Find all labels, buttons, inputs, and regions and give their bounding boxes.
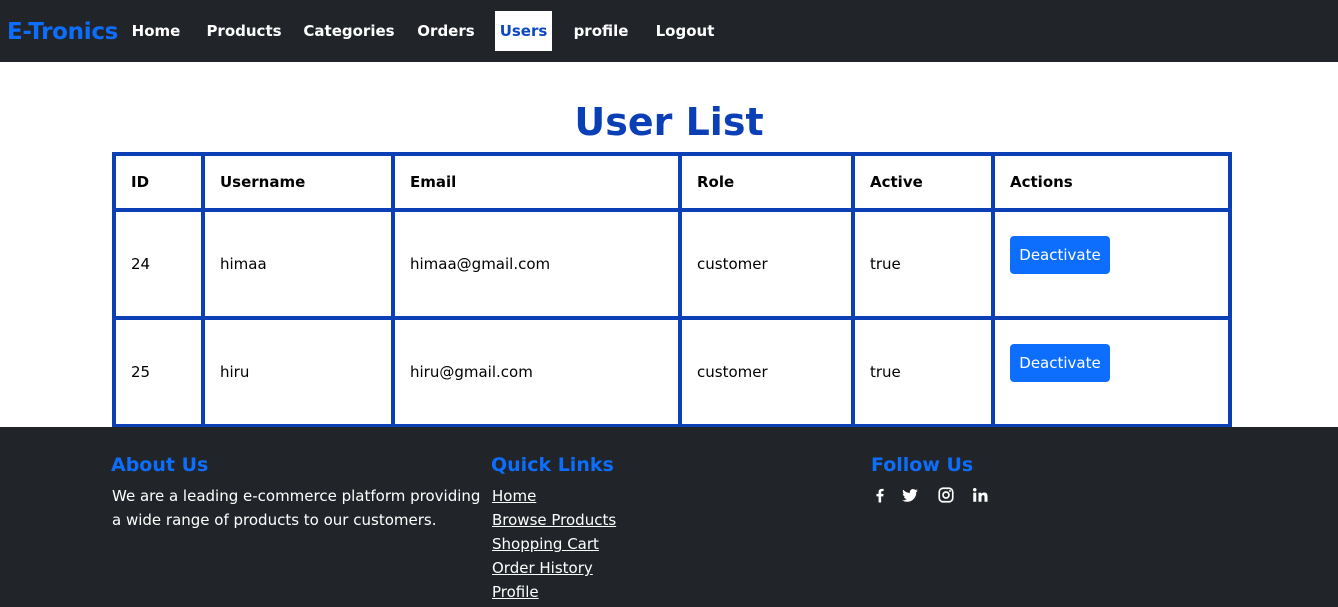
about-text: We are a leading e-commerce platform pro… <box>112 487 481 529</box>
deactivate-button[interactable]: Deactivate <box>1010 344 1110 382</box>
table-row: 24 himaa himaa@gmail.com customer true D… <box>112 208 1232 320</box>
cell-active: true <box>851 316 995 428</box>
about-heading: About Us <box>111 454 209 476</box>
footer: About Us We are a leading e-commerce pla… <box>0 427 1338 607</box>
header-role: Role <box>678 152 855 212</box>
cell-role: customer <box>678 316 855 428</box>
nav-home[interactable]: Home <box>124 11 188 51</box>
header-email: Email <box>391 152 682 212</box>
header-id: ID <box>112 152 205 212</box>
facebook-icon[interactable] <box>871 486 889 504</box>
footer-link-profile[interactable]: Profile <box>492 580 616 604</box>
cell-actions: Deactivate <box>991 208 1232 320</box>
cell-active: true <box>851 208 995 320</box>
cell-email: himaa@gmail.com <box>391 208 682 320</box>
cell-id: 24 <box>112 208 205 320</box>
nav-orders[interactable]: Orders <box>411 11 481 51</box>
cell-username: himaa <box>201 208 395 320</box>
instagram-icon[interactable] <box>937 486 955 504</box>
cell-username: hiru <box>201 316 395 428</box>
cell-role: customer <box>678 208 855 320</box>
footer-link-order-history[interactable]: Order History <box>492 556 616 580</box>
brand-logo[interactable]: E-Tronics <box>7 17 118 47</box>
navbar: E-Tronics Home Products Categories Order… <box>0 0 1338 62</box>
quick-links-heading: Quick Links <box>491 454 614 476</box>
nav-profile[interactable]: profile <box>566 11 636 51</box>
nav-categories[interactable]: Categories <box>299 11 399 51</box>
user-table: ID Username Email Role Active Actions 24… <box>112 152 1232 428</box>
footer-link-shopping-cart[interactable]: Shopping Cart <box>492 532 616 556</box>
footer-link-browse-products[interactable]: Browse Products <box>492 508 616 532</box>
table-row: 25 hiru hiru@gmail.com customer true Dea… <box>112 316 1232 428</box>
header-active: Active <box>851 152 995 212</box>
cell-actions: Deactivate <box>991 316 1232 428</box>
nav-logout[interactable]: Logout <box>648 11 722 51</box>
header-actions: Actions <box>991 152 1232 212</box>
deactivate-button[interactable]: Deactivate <box>1010 236 1110 274</box>
follow-heading: Follow Us <box>871 454 974 476</box>
table-header-row: ID Username Email Role Active Actions <box>112 152 1232 212</box>
twitter-icon[interactable] <box>901 486 919 504</box>
linkedin-icon[interactable] <box>971 486 989 504</box>
header-username: Username <box>201 152 395 212</box>
quick-links-list: Home Browse Products Shopping Cart Order… <box>492 484 616 604</box>
cell-id: 25 <box>112 316 205 428</box>
nav-products[interactable]: Products <box>199 11 289 51</box>
nav-users[interactable]: Users <box>495 11 552 51</box>
footer-link-home[interactable]: Home <box>492 484 616 508</box>
cell-email: hiru@gmail.com <box>391 316 682 428</box>
page-title: User List <box>574 100 764 144</box>
